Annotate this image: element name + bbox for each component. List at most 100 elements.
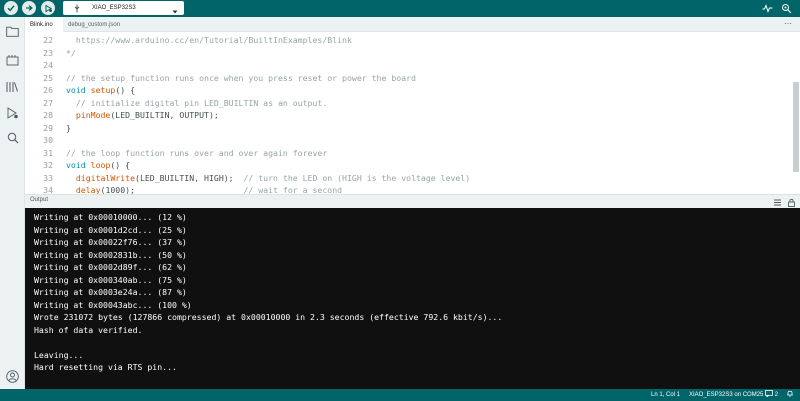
boards-manager-button[interactable] [5,52,20,67]
tab-label: Blink.ino [30,21,53,28]
code-text: pinMode(LED_BUILTIN, OUTPUT); [75,110,219,120]
tab-blink-ino[interactable]: Blink.ino [25,17,63,32]
code-line: 30 [25,134,790,147]
clear-output-button[interactable] [772,197,782,207]
code-line: 23 */ [25,47,790,60]
lock-icon [787,198,795,207]
user-icon [6,370,19,383]
line-number: 23 [43,47,53,58]
usb-icon [71,4,83,13]
ellipsis-icon: ⋯ [784,19,792,28]
sketchbook-button[interactable] [5,24,20,39]
tab-debug-custom-json[interactable]: debug_custom.json [63,17,125,32]
debug-icon [7,106,18,119]
lines-icon [773,199,781,205]
console-line: Writing at 0x0002831b... (50 %) [34,249,187,260]
code-line: 33 digitalWrite(LED_BUILTIN, HIGH); // t… [25,172,790,185]
code-text: */ [66,47,76,58]
output-title: Output [30,197,49,203]
search-icon [7,132,18,143]
code-line: 22 https://www.arduino.cc/en/Tutorial/Bu… [25,34,790,47]
editor-scrollbar[interactable] [793,82,799,172]
code-line: 27 // initialize digital pin LED_BUILTIN… [25,97,790,110]
board-port-status[interactable]: XIAO_ESP32S3 on COM25 [689,389,763,401]
line-number: 26 [43,85,53,95]
line-number: 28 [43,110,53,120]
cursor-position: Ln 1, Col 1 [651,392,681,398]
tab-label: debug_custom.json [68,21,121,28]
console-line: Writing at 0x0001d2cd... (25 %) [34,224,187,235]
code-text: // initialize digital pin LED_BUILTIN as… [75,97,328,108]
line-number: 24 [43,60,53,70]
console-line: Wrote 231072 bytes (127866 compressed) a… [34,312,503,322]
code-line: 24 [25,59,790,72]
line-number: 22 [43,35,53,45]
serial-plotter-icon [762,3,772,13]
code-text: // the setup function runs once when you… [66,72,416,83]
line-number: 33 [43,172,53,183]
lock-scroll-button[interactable] [786,197,796,207]
output-panel-header: Output [25,194,800,208]
serial-monitor-icon [781,3,791,13]
code-text: digitalWrite(LED_BUILTIN, HIGH); // turn… [75,172,471,183]
code-line: 29} [25,122,790,135]
console-line: Writing at 0x00022f76... (37 %) [34,237,187,247]
code-line: 34 delay(1000); // wait for a second [25,184,790,194]
code-text: void setup() { [66,85,136,95]
notification-icon [765,390,773,398]
console-line: Writing at 0x0002d89f... (62 %) [34,262,187,272]
line-number: 25 [43,72,53,83]
serial-plotter-button[interactable] [761,2,773,14]
line-number: 29 [43,122,53,133]
debug-panel-button[interactable] [5,105,20,120]
code-line: 31 // the loop function runs over and ove… [25,147,790,160]
code-text: https://www.arduino.cc/en/Tutorial/Built… [66,35,352,45]
code-line: 26 void setup() { [25,84,790,97]
board-name: XIAO_ESP32S3 [92,5,136,11]
board-icon [6,54,19,65]
console-line: Writing at 0x00043abc... (100 %) [34,299,192,310]
debug-icon [45,4,52,12]
board-selector[interactable]: XIAO_ESP32S3 [63,1,184,15]
more-options-button[interactable]: ⋯ [784,18,792,30]
code-line: 25 // the setup function runs once when y… [25,72,790,85]
line-number: 30 [43,135,53,145]
activity-bar [0,17,25,389]
debug-button[interactable] [41,1,55,15]
line-number: 27 [43,97,53,108]
output-console[interactable]: Writing at 0x00010000... (12 %) Writing a… [25,208,800,389]
checkmark-icon [7,5,15,12]
search-button[interactable] [5,130,20,145]
line-number: 34 [43,185,53,194]
console-line: Leaving... [34,349,84,360]
line-number: 31 [43,147,53,158]
code-line: 28 pinMode(LED_BUILTIN, OUTPUT); [25,109,790,122]
arrow-right-icon [26,5,33,11]
library-icon [6,81,18,92]
bell-icon [787,390,793,397]
verify-button[interactable] [4,1,18,15]
code-text: // the loop function runs over and over … [66,147,328,158]
code-editor[interactable]: 22 https://www.arduino.cc/en/Tutorial/Bu… [25,32,800,194]
top-toolbar: XIAO_ESP32S3 [0,0,800,17]
chevron-down-icon [172,0,178,18]
console-line: Writing at 0x000340ab... (75 %) [34,274,187,285]
code-text: } [66,122,71,133]
console-line: Writing at 0x0003e24a... (87 %) [34,287,187,297]
library-manager-button[interactable] [5,79,20,94]
notification-count: 2 [774,392,779,398]
status-bar: Ln 1, Col 1 XIAO_ESP32S3 on COM25 2 [0,389,800,401]
profile-button[interactable] [5,369,20,384]
code-text: delay(1000); // wait for a second [75,185,343,194]
console-line: Writing at 0x00010000... (12 %) [34,212,187,222]
upload-button[interactable] [22,1,36,15]
notifications-button[interactable]: 2 [765,389,778,401]
editor-tabs: Blink.ino debug_custom.json ⋯ [25,17,800,32]
folder-icon [6,26,19,37]
code-text: void loop() { [66,160,131,170]
console-line: Hash of data verified. [34,324,143,335]
serial-monitor-button[interactable] [780,2,792,14]
code-line: 32 void loop() { [25,159,790,172]
console-line: Hard resetting via RTS pin... [34,362,177,372]
bell-button[interactable] [786,389,794,401]
